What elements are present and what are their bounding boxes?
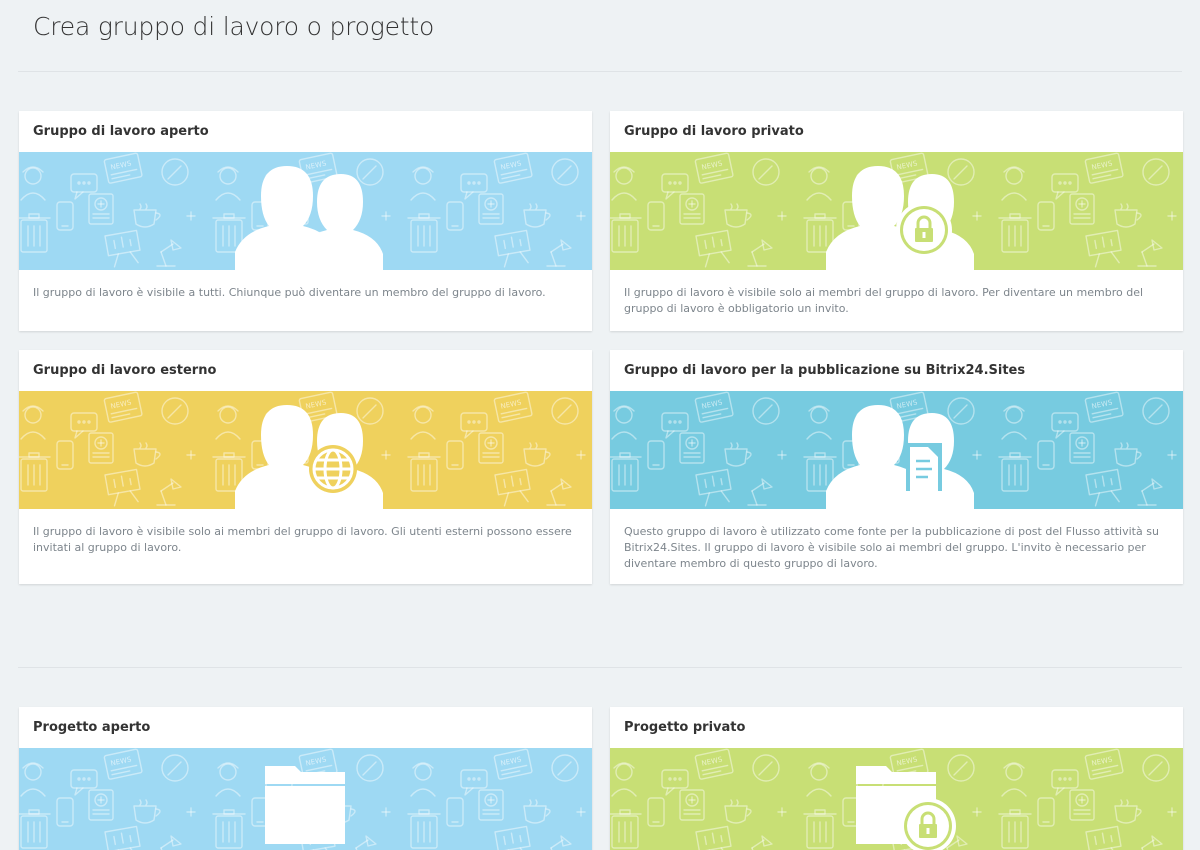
card-open-workgroup[interactable]: Gruppo di lavoro aperto NEWS NEWS NEWS Il …: [19, 111, 592, 331]
card-banner: NEWS NEWS NEWS: [610, 152, 1183, 270]
people-lock-icon: [826, 166, 974, 270]
card-title: Progetto privato: [624, 720, 746, 735]
card-private-workgroup[interactable]: Gruppo di lavoro privato NEWS NEWS NEWS Il…: [610, 111, 1183, 331]
card-description: Il gruppo di lavoro è visibile a tutti. …: [33, 286, 546, 299]
card-banner: NEWS NEWS NEWS: [19, 391, 592, 509]
card-sites-workgroup[interactable]: Gruppo di lavoro per la pubblicazione su…: [610, 350, 1183, 584]
card-banner: NEWS NEWS NEWS: [19, 152, 592, 270]
card-title: Gruppo di lavoro aperto: [33, 124, 209, 139]
card-title: Gruppo di lavoro esterno: [33, 363, 217, 378]
people-globe-icon: [235, 405, 383, 509]
folder-icon: [265, 766, 345, 844]
section-divider: [18, 667, 1182, 668]
card-description: Il gruppo di lavoro è visibile solo ai m…: [624, 286, 1144, 315]
card-title: Gruppo di lavoro privato: [624, 124, 804, 139]
folder-lock-icon: [856, 766, 956, 850]
people-document-icon: [826, 405, 974, 509]
card-description: Questo gruppo di lavoro è utilizzato com…: [624, 525, 1159, 570]
card-title: Progetto aperto: [33, 720, 151, 735]
section-divider: [18, 71, 1182, 72]
card-private-project[interactable]: Progetto privato NEWS NEWS NEWS: [610, 707, 1183, 850]
card-title: Gruppo di lavoro per la pubblicazione su…: [624, 363, 1026, 378]
card-open-project[interactable]: Progetto aperto NEWS NEWS NEWS: [19, 707, 592, 850]
card-banner: NEWS NEWS NEWS: [610, 391, 1183, 509]
card-external-workgroup[interactable]: Gruppo di lavoro esterno NEWS NEWS NEWS Il…: [19, 350, 592, 584]
people-icon: [235, 166, 383, 270]
page-title: Crea gruppo di lavoro o progetto: [33, 12, 435, 41]
card-banner: NEWS NEWS NEWS: [610, 748, 1183, 850]
card-banner: NEWS NEWS NEWS: [19, 748, 592, 850]
card-description: Il gruppo di lavoro è visibile solo ai m…: [33, 525, 572, 554]
